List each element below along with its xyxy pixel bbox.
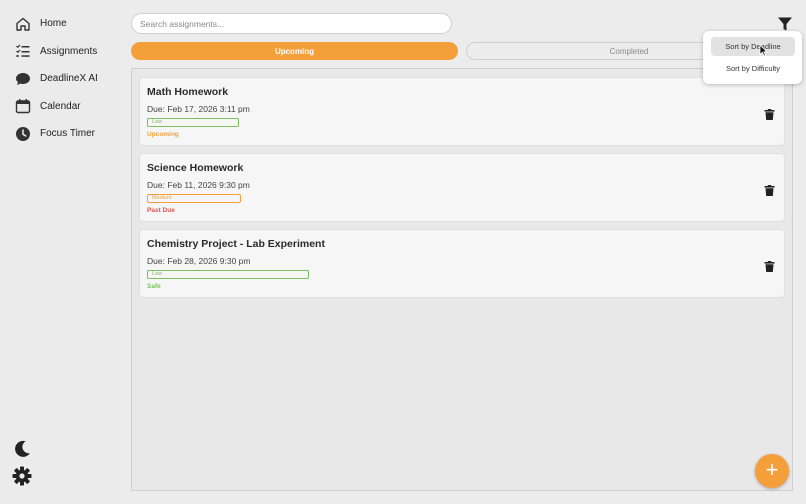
sidebar-item-deadlinex-ai[interactable]: DeadlineX AI	[0, 65, 119, 93]
assignment-title: Chemistry Project - Lab Experiment	[147, 238, 325, 250]
sort-by-deadline-option[interactable]: Sort by Deadline	[711, 37, 795, 56]
assignment-card[interactable]: Math Homework Due: Feb 17, 2026 3:11 pm …	[139, 77, 785, 146]
difficulty-badge: Low	[147, 118, 239, 127]
sidebar-item-label: Calendar	[40, 100, 81, 112]
assignment-card[interactable]: Chemistry Project - Lab Experiment Due: …	[139, 229, 785, 298]
trash-icon[interactable]	[764, 259, 775, 272]
difficulty-badge: Medium	[147, 194, 241, 203]
sidebar-nav: Home Assignments DeadlineX AI Calendar F…	[0, 10, 119, 148]
sidebar-item-assignments[interactable]: Assignments	[0, 38, 119, 66]
filter-icon[interactable]	[777, 16, 793, 32]
sort-menu: Sort by Deadline Sort by Difficulty	[703, 31, 802, 84]
sidebar-item-label: Home	[40, 18, 67, 30]
clock-icon	[14, 125, 32, 143]
assignment-due-date: Due: Feb 28, 2026 9:30 pm	[147, 256, 251, 266]
assignment-title: Science Homework	[147, 162, 244, 174]
sidebar-item-label: Assignments	[40, 45, 98, 57]
tab-upcoming[interactable]: Upcoming	[131, 42, 458, 60]
home-icon	[14, 15, 32, 33]
list-icon	[14, 42, 32, 60]
mouse-cursor-icon	[759, 44, 768, 57]
sidebar-item-focus-timer[interactable]: Focus Timer	[0, 120, 119, 148]
assignment-card[interactable]: Science Homework Due: Feb 11, 2026 9:30 …	[139, 153, 785, 222]
status-label: Safe	[147, 283, 161, 290]
sidebar-item-home[interactable]: Home	[0, 10, 119, 38]
assignment-title: Math Homework	[147, 86, 229, 98]
add-assignment-button[interactable]: +	[755, 454, 789, 488]
sidebar-item-calendar[interactable]: Calendar	[0, 93, 119, 121]
sidebar: Home Assignments DeadlineX AI Calendar F…	[0, 0, 119, 504]
trash-icon[interactable]	[764, 107, 775, 120]
assignment-due-date: Due: Feb 11, 2026 9:30 pm	[147, 180, 250, 190]
search-input[interactable]	[131, 13, 452, 34]
gear-icon[interactable]	[12, 466, 32, 486]
status-label: Upcoming	[147, 131, 179, 138]
sort-by-difficulty-option[interactable]: Sort by Difficulty	[711, 59, 795, 78]
assignment-due-date: Due: Feb 17, 2026 3:11 pm	[147, 104, 250, 114]
trash-icon[interactable]	[764, 183, 775, 196]
status-label: Past Due	[147, 207, 175, 214]
difficulty-badge: Low	[147, 270, 309, 279]
calendar-icon	[14, 97, 32, 115]
moon-icon[interactable]	[12, 439, 32, 459]
sidebar-item-label: Focus Timer	[40, 128, 96, 140]
sidebar-item-label: DeadlineX AI	[40, 73, 98, 85]
chat-icon	[14, 70, 32, 88]
